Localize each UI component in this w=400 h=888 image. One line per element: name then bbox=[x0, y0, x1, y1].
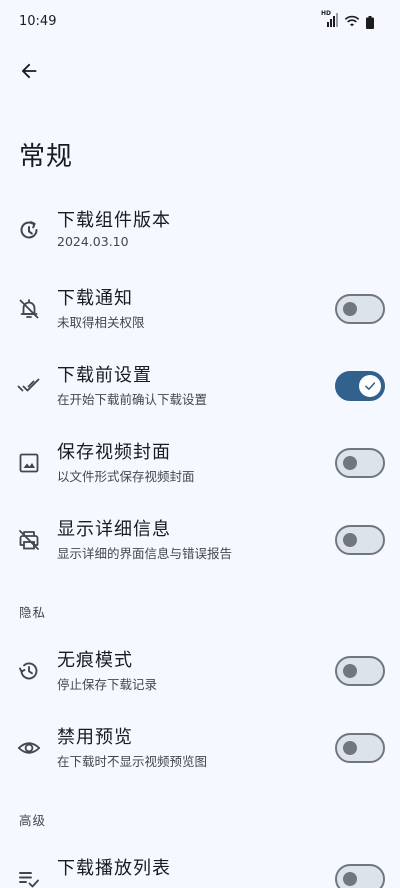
setting-desc: 以文件形式保存视频封面 bbox=[57, 469, 195, 484]
section-header-privacy: 隐私 bbox=[19, 605, 47, 620]
notifications-off-icon bbox=[19, 299, 39, 319]
setting-desc: 在开始下载前确认下载设置 bbox=[57, 392, 208, 407]
playlist-add-check-icon bbox=[19, 872, 39, 888]
setting-title: 下载播放列表 bbox=[57, 858, 171, 879]
toggle-knob bbox=[343, 741, 357, 755]
setting-desc: 2024.03.10 bbox=[57, 234, 129, 249]
battery-icon bbox=[366, 14, 374, 29]
setting-configure-before-download[interactable]: 下载前设置 在开始下载前确认下载设置 bbox=[0, 353, 400, 419]
eye-icon bbox=[17, 742, 41, 754]
setting-desc: 在下载时不显示视频预览图 bbox=[57, 754, 208, 769]
print-disabled-icon bbox=[19, 530, 39, 550]
done-all-icon bbox=[17, 378, 40, 392]
status-icons: HD bbox=[321, 10, 374, 29]
setting-downloader-version[interactable]: 下载组件版本 2024.03.10 bbox=[0, 198, 400, 264]
thumbnail-toggle[interactable] bbox=[335, 448, 385, 478]
setting-title: 保存视频封面 bbox=[57, 442, 171, 463]
configure-toggle[interactable] bbox=[335, 371, 385, 401]
notification-toggle[interactable] bbox=[335, 294, 385, 324]
status-bar: 10:49 HD bbox=[0, 0, 400, 44]
toggle-knob bbox=[343, 872, 357, 886]
setting-save-thumbnail[interactable]: 保存视频封面 以文件形式保存视频封面 bbox=[0, 430, 400, 496]
setting-title: 下载通知 bbox=[57, 288, 133, 309]
setting-title: 下载前设置 bbox=[57, 365, 152, 386]
setting-download-playlist[interactable]: 下载播放列表 bbox=[0, 846, 400, 888]
arrow-back-icon bbox=[21, 63, 37, 79]
private-mode-toggle[interactable] bbox=[335, 656, 385, 686]
toggle-knob bbox=[343, 456, 357, 470]
check-icon bbox=[365, 382, 376, 390]
setting-title: 下载组件版本 bbox=[57, 210, 171, 231]
back-button[interactable] bbox=[12, 54, 46, 88]
hd-signal-icon: HD bbox=[321, 10, 338, 27]
toggle-knob bbox=[343, 664, 357, 678]
setting-title: 显示详细信息 bbox=[57, 519, 171, 540]
playlist-toggle[interactable] bbox=[335, 864, 385, 888]
setting-desc: 显示详细的界面信息与错误报告 bbox=[57, 546, 233, 561]
setting-private-mode[interactable]: 无痕模式 停止保存下载记录 bbox=[0, 638, 400, 704]
debug-info-toggle[interactable] bbox=[335, 525, 385, 555]
setting-title: 无痕模式 bbox=[57, 650, 133, 671]
setting-download-notification[interactable]: 下载通知 未取得相关权限 bbox=[0, 276, 400, 342]
setting-disable-preview[interactable]: 禁用预览 在下载时不显示视频预览图 bbox=[0, 715, 400, 781]
toggle-knob bbox=[343, 302, 357, 316]
history-icon bbox=[19, 662, 38, 680]
toggle-knob bbox=[359, 375, 381, 397]
wifi-icon bbox=[344, 13, 360, 27]
setting-desc: 未取得相关权限 bbox=[57, 315, 145, 330]
setting-desc: 停止保存下载记录 bbox=[57, 677, 158, 692]
update-clock-icon bbox=[20, 221, 38, 239]
page-title: 常规 bbox=[19, 142, 74, 172]
image-icon bbox=[19, 453, 39, 473]
toggle-knob bbox=[343, 533, 357, 547]
setting-title: 禁用预览 bbox=[57, 727, 133, 748]
status-time: 10:49 bbox=[19, 14, 57, 29]
setting-show-debug-info[interactable]: 显示详细信息 显示详细的界面信息与错误报告 bbox=[0, 507, 400, 573]
disable-preview-toggle[interactable] bbox=[335, 733, 385, 763]
section-header-advanced: 高级 bbox=[19, 813, 47, 828]
settings-screen: 10:49 HD 常规 下载组件版本 2024.03.10 下载通知 未取得相关… bbox=[0, 0, 400, 888]
